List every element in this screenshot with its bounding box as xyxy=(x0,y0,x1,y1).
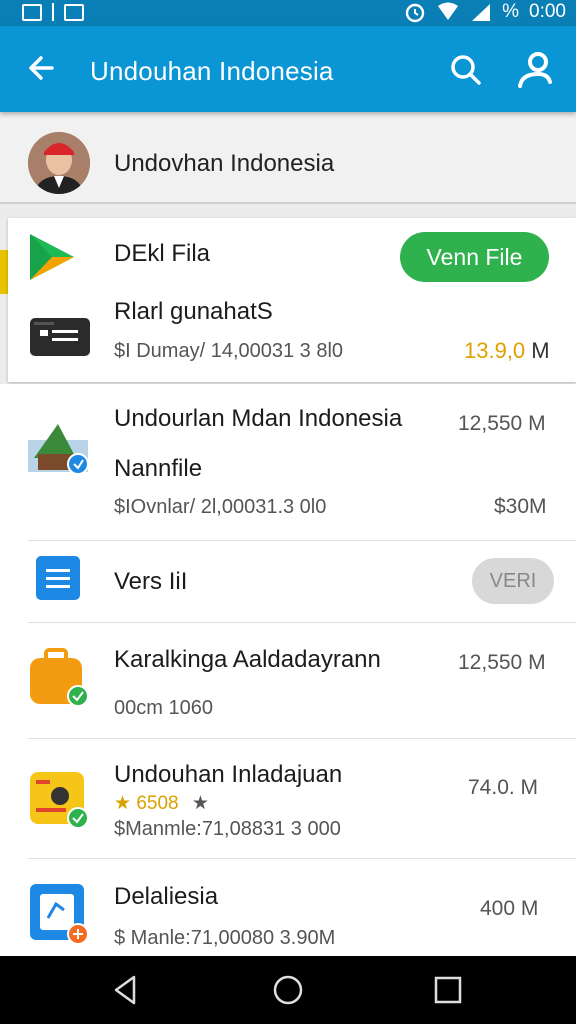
nav-recents-icon[interactable] xyxy=(428,970,468,1010)
app-bar: Undouhan Indonesia xyxy=(0,26,576,112)
list-item-size: 12,550 M xyxy=(458,412,546,435)
featured-title: DEkl Fila xyxy=(114,240,211,267)
avatar xyxy=(28,132,90,194)
list-divider xyxy=(28,738,576,739)
battery-icon: % xyxy=(502,1,520,22)
signal-icon xyxy=(472,4,491,21)
document-list-icon xyxy=(36,556,80,600)
wifi-icon xyxy=(438,2,459,20)
list-item-subtitle: Nannfile xyxy=(114,455,203,482)
nav-home-icon[interactable] xyxy=(268,970,308,1010)
list-item-title[interactable]: Karalkinga Aaldadayrann xyxy=(114,646,381,674)
notification-divider xyxy=(52,3,54,21)
view-file-button[interactable]: Venn File xyxy=(400,232,549,282)
list-item-size: 400 M xyxy=(480,897,539,920)
list-item-size: 12,550 M xyxy=(458,651,546,674)
alarm-icon xyxy=(405,3,425,23)
list-item-title[interactable]: Undourlan Mdan Indonesia xyxy=(114,405,402,433)
play-store-icon xyxy=(30,234,74,280)
rating-star-icon: ★ xyxy=(114,793,132,814)
clock: 0:00 xyxy=(529,1,566,22)
list-item-title[interactable]: Vers IiI xyxy=(114,568,187,596)
list-item-meta: 00cm 1060 xyxy=(114,697,213,719)
list-item-title[interactable]: Delaliesia xyxy=(114,883,218,911)
list-divider xyxy=(28,858,576,859)
list-item-meta: $Manmle:71,08831 3 000 xyxy=(114,818,341,840)
nav-back-icon[interactable] xyxy=(106,970,146,1010)
list-item-title[interactable]: Undouhan Inladajuan xyxy=(114,761,342,789)
back-arrow-icon[interactable] xyxy=(22,48,62,88)
list-item-meta: $IOvnlar/ 2l,00031.3 0l0 xyxy=(114,496,327,518)
status-bar: % 0:00 xyxy=(0,0,576,26)
navigation-bar xyxy=(0,956,576,1024)
app-title: Undouhan Indonesia xyxy=(90,56,334,86)
email-notification-icon xyxy=(64,3,84,21)
briefcase-app-icon xyxy=(30,648,89,707)
landscape-app-icon xyxy=(28,424,89,475)
search-icon[interactable] xyxy=(446,50,486,90)
camera-app-icon xyxy=(30,772,89,829)
featured-meta: $I Dumay/ 14,00031 3 8l0 xyxy=(114,340,344,362)
clipboard-app-icon xyxy=(30,884,89,945)
accent-marker xyxy=(0,250,8,294)
list-item-rating: 6508 xyxy=(136,793,179,814)
rating-star-icon: ★ xyxy=(191,793,209,814)
featured-size-unit: M xyxy=(531,338,550,363)
list-divider xyxy=(28,540,576,541)
list-item-size-secondary: $30M xyxy=(494,495,547,518)
profile-name: Undovhan Indonesia xyxy=(114,150,335,177)
id-card-icon xyxy=(30,318,90,356)
version-button[interactable]: VERI xyxy=(472,558,554,604)
gallery-notification-icon xyxy=(22,3,42,21)
list-item-size: 74.0. M xyxy=(468,776,539,799)
profile-header[interactable]: Undovhan Indonesia xyxy=(0,118,576,204)
featured-subtitle: Rlarl gunahatS xyxy=(114,298,273,325)
list-item-meta: $ Manle:71,00080 3.90M xyxy=(114,927,336,949)
list-divider xyxy=(28,622,576,623)
account-icon[interactable] xyxy=(512,48,556,92)
featured-size: 13.9,0 xyxy=(464,338,526,363)
